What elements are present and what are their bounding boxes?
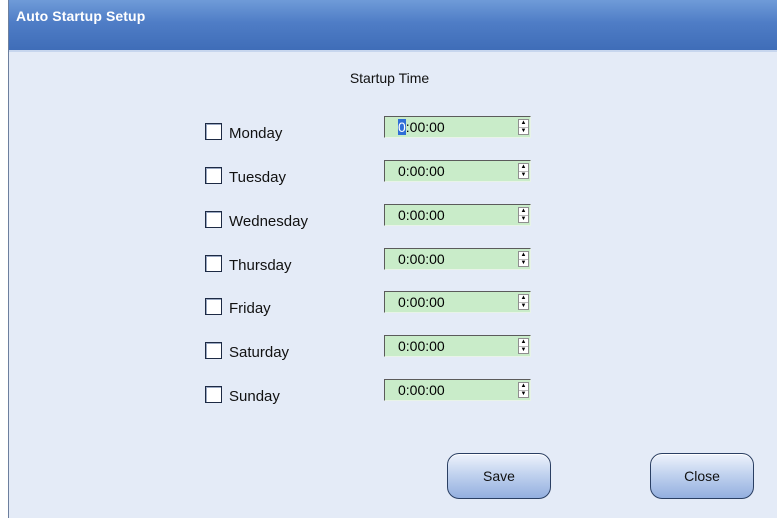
monday-checkbox[interactable]: [205, 123, 222, 140]
friday-time-spinner[interactable]: ▲ ▼: [518, 294, 529, 310]
window-title: Auto Startup Setup: [16, 8, 146, 24]
day-row-thursday: Thursday 0:00:00 ▲ ▼: [9, 248, 777, 274]
close-button[interactable]: Close: [650, 453, 754, 499]
saturday-time-spinner[interactable]: ▲ ▼: [518, 338, 529, 354]
save-button[interactable]: Save: [447, 453, 551, 499]
spin-up-icon[interactable]: ▲: [519, 120, 528, 127]
day-row-monday: Monday 0:00:00 ▲ ▼: [9, 116, 777, 142]
spin-up-icon[interactable]: ▲: [519, 383, 528, 390]
tuesday-label: Tuesday: [229, 169, 286, 186]
spin-up-icon[interactable]: ▲: [519, 295, 528, 302]
tuesday-time-field[interactable]: 0:00:00 ▲ ▼: [384, 160, 531, 182]
friday-time-field[interactable]: 0:00:00 ▲ ▼: [384, 291, 531, 313]
wednesday-checkbox[interactable]: [205, 211, 222, 228]
spin-up-icon[interactable]: ▲: [519, 339, 528, 346]
monday-time-rest: :00:00: [405, 119, 445, 135]
day-row-wednesday: Wednesday 0:00:00 ▲ ▼: [9, 204, 777, 230]
spin-down-icon[interactable]: ▼: [519, 346, 528, 354]
section-title: Startup Time: [349, 70, 430, 86]
wednesday-time-spinner[interactable]: ▲ ▼: [518, 207, 529, 223]
saturday-time-value: 0:00:00: [398, 338, 445, 354]
sunday-time-spinner[interactable]: ▲ ▼: [518, 382, 529, 398]
spin-down-icon[interactable]: ▼: [519, 390, 528, 398]
tuesday-checkbox[interactable]: [205, 167, 222, 184]
spin-down-icon[interactable]: ▼: [519, 215, 528, 223]
sunday-time-value: 0:00:00: [398, 382, 445, 398]
friday-label: Friday: [229, 300, 271, 317]
saturday-label: Saturday: [229, 344, 290, 361]
thursday-time-spinner[interactable]: ▲ ▼: [518, 251, 529, 267]
thursday-label: Thursday: [229, 257, 292, 274]
saturday-time-field[interactable]: 0:00:00 ▲ ▼: [384, 335, 531, 357]
monday-time-value: 0:00:00: [398, 119, 445, 135]
spin-up-icon[interactable]: ▲: [519, 208, 528, 215]
auto-startup-window: Auto Startup Setup Startup Time Monday 0…: [8, 0, 777, 518]
thursday-time-value: 0:00:00: [398, 251, 445, 267]
day-row-saturday: Saturday 0:00:00 ▲ ▼: [9, 335, 777, 361]
spin-down-icon[interactable]: ▼: [519, 127, 528, 135]
saturday-checkbox[interactable]: [205, 342, 222, 359]
sunday-time-field[interactable]: 0:00:00 ▲ ▼: [384, 379, 531, 401]
sunday-label: Sunday: [229, 388, 280, 405]
thursday-time-field[interactable]: 0:00:00 ▲ ▼: [384, 248, 531, 270]
monday-time-spinner[interactable]: ▲ ▼: [518, 119, 529, 135]
monday-label: Monday: [229, 125, 283, 142]
monday-time-hour-selected: 0: [398, 119, 406, 135]
friday-time-value: 0:00:00: [398, 294, 445, 310]
wednesday-label: Wednesday: [229, 213, 308, 230]
day-row-friday: Friday 0:00:00 ▲ ▼: [9, 291, 777, 317]
tuesday-time-spinner[interactable]: ▲ ▼: [518, 163, 529, 179]
wednesday-time-value: 0:00:00: [398, 207, 445, 223]
title-bar: Auto Startup Setup: [9, 0, 777, 52]
friday-checkbox[interactable]: [205, 298, 222, 315]
monday-time-field[interactable]: 0:00:00 ▲ ▼: [384, 116, 531, 138]
spin-down-icon[interactable]: ▼: [519, 171, 528, 179]
day-row-sunday: Sunday 0:00:00 ▲ ▼: [9, 379, 777, 405]
tuesday-time-value: 0:00:00: [398, 163, 445, 179]
wednesday-time-field[interactable]: 0:00:00 ▲ ▼: [384, 204, 531, 226]
spin-up-icon[interactable]: ▲: [519, 252, 528, 259]
thursday-checkbox[interactable]: [205, 255, 222, 272]
spin-down-icon[interactable]: ▼: [519, 259, 528, 267]
sunday-checkbox[interactable]: [205, 386, 222, 403]
day-row-tuesday: Tuesday 0:00:00 ▲ ▼: [9, 160, 777, 186]
spin-up-icon[interactable]: ▲: [519, 164, 528, 171]
spin-down-icon[interactable]: ▼: [519, 302, 528, 310]
